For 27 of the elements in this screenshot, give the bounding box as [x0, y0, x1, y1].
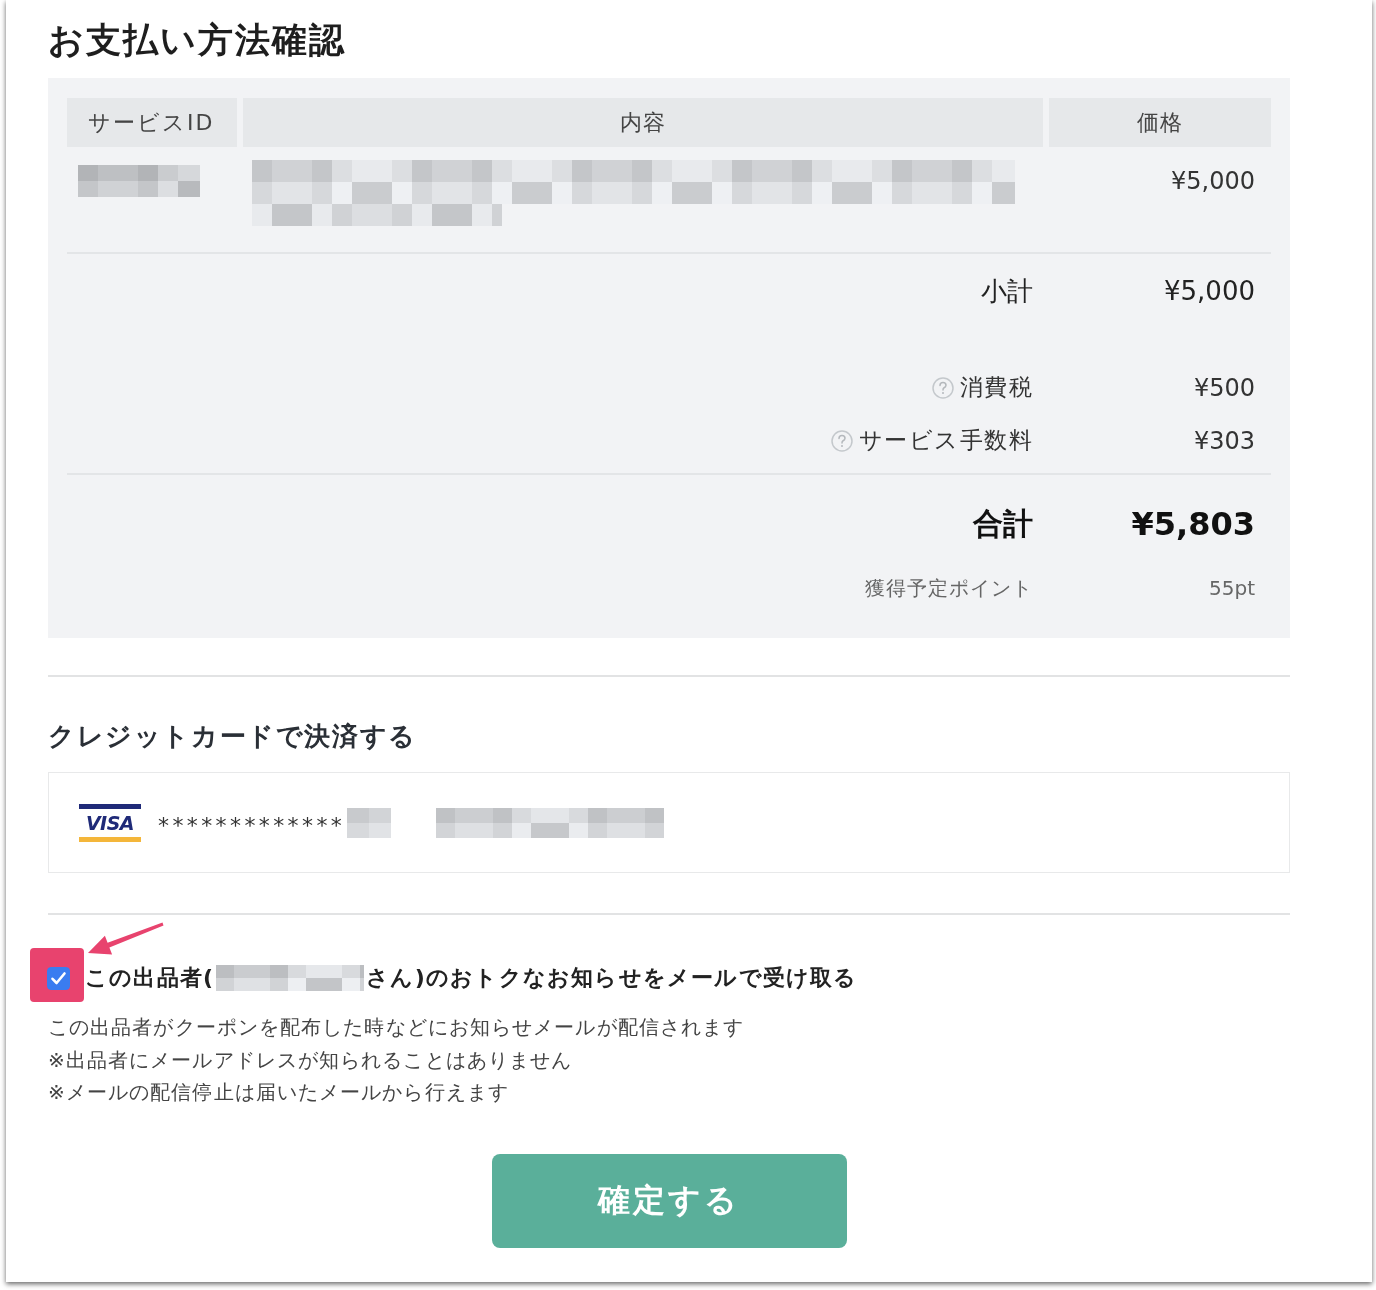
summary-amount: ¥5,000	[1163, 276, 1256, 306]
summary-label: 小計	[981, 274, 1033, 308]
help-icon[interactable]	[830, 429, 853, 452]
column-header: 内容	[243, 98, 1043, 147]
note-text: ※メールの配信停止は届いたメールから行えます	[48, 1079, 510, 1106]
column-header: 価格	[1049, 98, 1271, 147]
redacted-text	[347, 807, 392, 838]
summary-amount: ¥5,803	[1130, 505, 1256, 543]
page-title: お支払い方法確認	[48, 19, 347, 62]
summary-label: 消費税	[959, 373, 1033, 402]
checkbox-label[interactable]: この出品者(	[85, 960, 215, 996]
summary-amount: 55pt	[1208, 576, 1256, 600]
card-option[interactable]: VISA *************	[48, 772, 1290, 873]
summary-label: 合計	[973, 504, 1033, 543]
column-header: サービスID	[67, 98, 237, 147]
card-number: *************	[158, 811, 346, 840]
table-cell: ¥5,000	[1171, 166, 1255, 196]
checkbox-label[interactable]: さん)のおトクなお知らせをメールで受け取る	[366, 960, 858, 996]
note-text: ※出品者にメールアドレスが知られることはありません	[48, 1046, 574, 1074]
help-icon[interactable]	[931, 376, 954, 399]
note-text: この出品者がクーポンを配布した時などにお知らせメールが配信されます	[48, 1014, 746, 1041]
section-heading: クレジットカードで決済する	[48, 720, 418, 753]
summary-amount: ¥303	[1192, 426, 1256, 455]
summary-amount: ¥500	[1192, 373, 1256, 402]
summary-label: サービス手数料	[858, 426, 1033, 455]
summary-label: 獲得予定ポイント	[865, 574, 1033, 602]
card-brand-logo: VISA	[79, 803, 141, 842]
